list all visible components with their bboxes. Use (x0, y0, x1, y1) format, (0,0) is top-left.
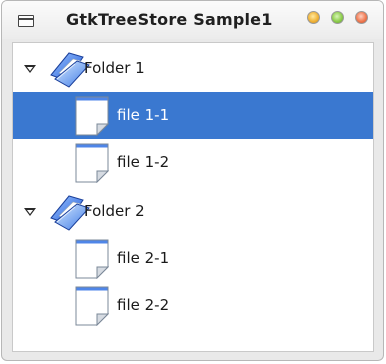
window-menu-icon[interactable] (18, 15, 34, 27)
expander-arrow-icon[interactable] (24, 65, 36, 73)
row-label: file 2-1 (117, 249, 170, 267)
row-label: file 1-1 (117, 106, 170, 124)
file-icon (75, 239, 109, 279)
tree-row-file-1-2[interactable]: file 1-2 (13, 139, 373, 186)
minimize-button[interactable] (307, 11, 320, 24)
file-icon (75, 286, 109, 326)
tree-view[interactable]: Folder 1 file 1-1 file 1-2 Folder 2 file… (12, 42, 374, 352)
tree-row-file-1-1[interactable]: file 1-1 (13, 92, 373, 139)
close-button[interactable] (355, 11, 368, 24)
file-icon (75, 96, 109, 136)
tree-row-folder-2[interactable]: Folder 2 (13, 188, 373, 235)
row-label: file 2-2 (117, 296, 170, 314)
row-label: Folder 2 (84, 202, 145, 220)
tree-row-file-2-1[interactable]: file 2-1 (13, 235, 373, 282)
row-label: file 1-2 (117, 153, 170, 171)
app-window: GtkTreeStore Sample1 Folder 1 file 1-1 f… (1, 0, 384, 361)
title-bar[interactable]: GtkTreeStore Sample1 (2, 1, 383, 39)
tree-row-file-2-2[interactable]: file 2-2 (13, 282, 373, 329)
tree-row-folder-1[interactable]: Folder 1 (13, 45, 373, 92)
window-title: GtkTreeStore Sample1 (66, 10, 273, 29)
expander-arrow-icon[interactable] (24, 208, 36, 216)
row-label: Folder 1 (84, 59, 145, 77)
file-icon (75, 143, 109, 183)
maximize-button[interactable] (331, 11, 344, 24)
